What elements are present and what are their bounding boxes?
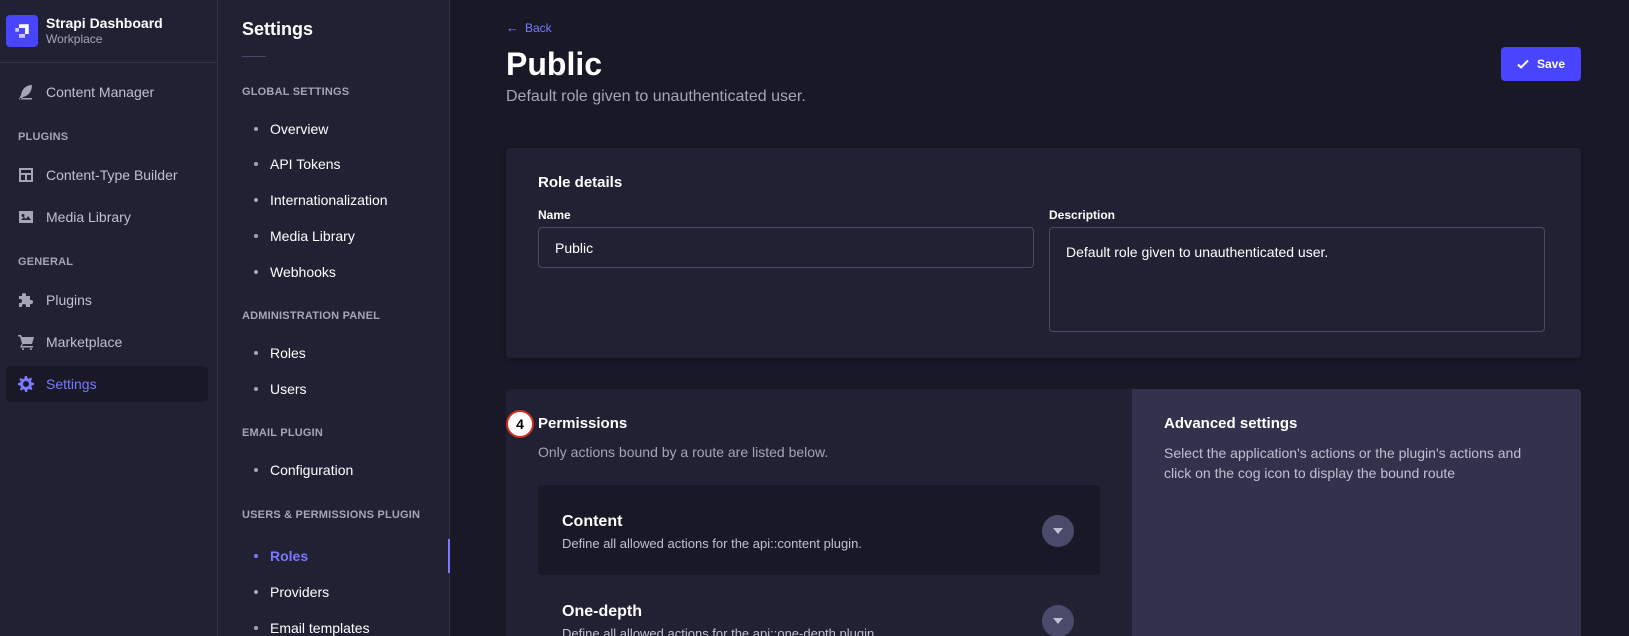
accordion-title: One-depth bbox=[562, 603, 642, 620]
brand-title: Strapi Dashboard bbox=[46, 15, 163, 31]
bullet-icon bbox=[254, 127, 258, 131]
subnav-item-label: Roles bbox=[270, 345, 306, 361]
role-details-card: Role details Name Description Default ro… bbox=[506, 148, 1581, 358]
brand-subtitle: Workplace bbox=[46, 32, 103, 46]
chevron-down-icon bbox=[1053, 528, 1063, 534]
accordion-title: Content bbox=[562, 513, 623, 530]
subnav-item-email-templates[interactable]: Email templates bbox=[242, 612, 450, 636]
subnav-item-label: Overview bbox=[270, 121, 329, 137]
subnav-item-webhooks[interactable]: Webhooks bbox=[242, 256, 450, 288]
subnav-item-admin-roles[interactable]: Roles bbox=[242, 337, 450, 369]
subnav-item-users[interactable]: Users bbox=[242, 373, 450, 405]
accordion-toggle-button[interactable] bbox=[1042, 605, 1074, 636]
subnav-item-providers[interactable]: Providers bbox=[242, 576, 450, 608]
nav-section-general: GENERAL bbox=[18, 256, 74, 268]
strapi-logo-icon bbox=[6, 15, 38, 47]
name-input[interactable] bbox=[538, 227, 1034, 268]
accordion-description: Define all allowed actions for the api::… bbox=[562, 626, 878, 636]
gear-icon bbox=[18, 376, 34, 392]
description-textarea[interactable]: Default role given to unauthenticated us… bbox=[1049, 227, 1545, 332]
nav-settings-label: Settings bbox=[46, 376, 97, 392]
nav-marketplace[interactable]: Marketplace bbox=[6, 324, 208, 360]
subnav-item-media-library[interactable]: Media Library bbox=[242, 220, 450, 252]
save-button-label: Save bbox=[1536, 57, 1566, 71]
nav-content-type-builder[interactable]: Content-Type Builder bbox=[6, 157, 208, 193]
chevron-down-icon bbox=[1053, 618, 1063, 624]
nav-section-plugins: PLUGINS bbox=[18, 131, 69, 143]
accordion-one-depth[interactable]: One-depth Define all allowed actions for… bbox=[538, 575, 1100, 636]
shopping-cart-icon bbox=[18, 334, 34, 350]
step-number-badge: 4 bbox=[506, 410, 534, 438]
feather-icon bbox=[18, 84, 34, 100]
bullet-icon bbox=[254, 270, 258, 274]
subnav-divider bbox=[242, 56, 266, 57]
accordion-description: Define all allowed actions for the api::… bbox=[562, 536, 862, 551]
nav-content-type-builder-label: Content-Type Builder bbox=[46, 167, 178, 183]
bullet-icon bbox=[254, 351, 258, 355]
accordion-toggle-button[interactable] bbox=[1042, 515, 1074, 547]
advanced-settings-panel: Advanced settings Select the application… bbox=[1132, 389, 1581, 636]
advanced-settings-title: Advanced settings bbox=[1164, 415, 1298, 432]
subnav-item-label: Email templates bbox=[270, 620, 370, 636]
active-indicator bbox=[448, 539, 450, 573]
subnav-item-label: Media Library bbox=[270, 228, 355, 244]
main-navigation: Strapi Dashboard Workplace Content Manag… bbox=[0, 0, 218, 636]
nav-media-library[interactable]: Media Library bbox=[6, 199, 208, 235]
section-administration-panel: ADMINISTRATION PANEL bbox=[242, 310, 381, 322]
section-users-permissions-plugin: USERS & PERMISSIONS PLUGIN bbox=[242, 509, 421, 521]
nav-marketplace-label: Marketplace bbox=[46, 334, 123, 350]
subnav-item-overview[interactable]: Overview bbox=[242, 113, 450, 145]
nav-content-manager-label: Content Manager bbox=[46, 84, 155, 100]
subnav-item-api-tokens[interactable]: API Tokens bbox=[242, 148, 450, 180]
role-details-title: Role details bbox=[538, 174, 623, 191]
settings-subnav: Settings GLOBAL SETTINGS Overview API To… bbox=[218, 0, 450, 636]
subnav-item-label: Users bbox=[270, 381, 307, 397]
save-button[interactable]: Save bbox=[1501, 47, 1581, 81]
nav-settings[interactable]: Settings bbox=[6, 366, 208, 402]
back-link-label: Back bbox=[525, 20, 552, 35]
check-icon bbox=[1517, 59, 1529, 69]
section-email-plugin: EMAIL PLUGIN bbox=[242, 427, 324, 439]
permissions-card: 4 Permissions Only actions bound by a ro… bbox=[506, 389, 1581, 636]
bullet-icon bbox=[254, 626, 258, 630]
nav-plugins[interactable]: Plugins bbox=[6, 282, 208, 318]
section-global-settings: GLOBAL SETTINGS bbox=[242, 86, 350, 98]
nav-media-library-label: Media Library bbox=[46, 209, 131, 225]
subnav-item-label: Providers bbox=[270, 584, 330, 600]
nav-plugins-label: Plugins bbox=[46, 292, 92, 308]
name-label: Name bbox=[538, 208, 571, 222]
layout-icon bbox=[18, 167, 34, 183]
permissions-title: Permissions bbox=[538, 415, 628, 432]
bullet-icon bbox=[254, 554, 258, 558]
description-label: Description bbox=[1049, 208, 1116, 222]
nav-content-manager[interactable]: Content Manager bbox=[6, 74, 208, 110]
bullet-icon bbox=[254, 198, 258, 202]
image-icon bbox=[18, 209, 34, 225]
bullet-icon bbox=[254, 468, 258, 472]
back-link[interactable]: ← Back bbox=[506, 20, 552, 35]
bullet-icon bbox=[254, 162, 258, 166]
subnav-item-internationalization[interactable]: Internationalization bbox=[242, 184, 450, 216]
bullet-icon bbox=[254, 387, 258, 391]
subnav-item-label: Configuration bbox=[270, 462, 354, 478]
advanced-settings-text: Select the application's actions or the … bbox=[1164, 445, 1522, 481]
page-title: Public bbox=[506, 46, 603, 82]
arrow-left-icon: ← bbox=[506, 20, 519, 35]
permissions-subtitle: Only actions bound by a route are listed… bbox=[538, 444, 829, 460]
subnav-item-label: Webhooks bbox=[270, 264, 336, 280]
bullet-icon bbox=[254, 590, 258, 594]
subnav-item-configuration[interactable]: Configuration bbox=[242, 454, 450, 486]
subnav-item-label: Internationalization bbox=[270, 192, 388, 208]
subnav-item-label: API Tokens bbox=[270, 156, 341, 172]
puzzle-icon bbox=[18, 292, 34, 308]
accordion-content[interactable]: Content Define all allowed actions for t… bbox=[538, 485, 1100, 575]
subnav-item-up-roles[interactable]: Roles bbox=[242, 540, 450, 572]
bullet-icon bbox=[254, 234, 258, 238]
brand-header[interactable]: Strapi Dashboard Workplace bbox=[0, 0, 217, 63]
page-subtitle: Default role given to unauthenticated us… bbox=[506, 88, 806, 105]
subnav-item-label: Roles bbox=[270, 548, 309, 564]
subnav-title: Settings bbox=[242, 19, 314, 39]
